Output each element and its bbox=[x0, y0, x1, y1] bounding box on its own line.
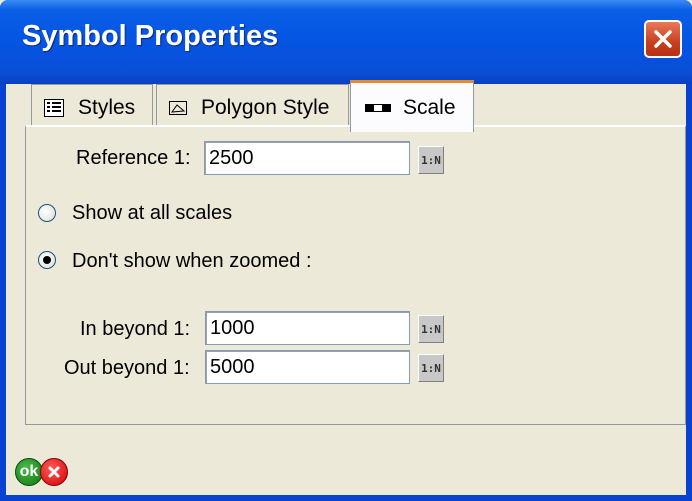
list-icon bbox=[44, 98, 64, 117]
cancel-button[interactable] bbox=[40, 458, 68, 486]
in-beyond-label: In beyond 1: bbox=[80, 318, 191, 340]
ok-label: ok bbox=[19, 463, 39, 480]
close-icon bbox=[654, 30, 672, 48]
in-beyond-scale-button[interactable]: 1:N bbox=[418, 315, 444, 343]
scale-bar-icon bbox=[365, 103, 391, 112]
out-beyond-input[interactable]: 5000 bbox=[205, 350, 410, 384]
out-beyond-scale-button[interactable]: 1:N bbox=[418, 354, 444, 382]
radio-dont-show-when-zoomed-label: Don't show when zoomed : bbox=[72, 250, 312, 272]
window-title: Symbol Properties bbox=[22, 20, 279, 52]
out-beyond-label: Out beyond 1: bbox=[64, 357, 190, 379]
tab-scale[interactable]: Scale bbox=[350, 80, 474, 132]
reference-input[interactable]: 2500 bbox=[204, 141, 410, 175]
tab-polygon-style-label: Polygon Style bbox=[201, 95, 330, 119]
reference-scale-button[interactable]: 1:N bbox=[418, 146, 444, 174]
radio-dont-show-when-zoomed[interactable] bbox=[38, 251, 56, 269]
title-bar[interactable]: Symbol Properties bbox=[0, 0, 692, 84]
polygon-icon bbox=[169, 100, 187, 115]
tab-scale-label: Scale bbox=[403, 95, 456, 119]
tab-styles-label: Styles bbox=[78, 95, 136, 119]
reference-label: Reference 1: bbox=[76, 147, 191, 169]
cancel-icon bbox=[48, 466, 60, 478]
tab-polygon-style[interactable]: Polygon Style bbox=[156, 84, 349, 130]
close-button[interactable] bbox=[644, 20, 682, 58]
ok-button[interactable]: ok bbox=[15, 458, 43, 486]
tab-styles[interactable]: Styles bbox=[31, 84, 153, 130]
window-border bbox=[0, 495, 692, 501]
in-beyond-input[interactable]: 1000 bbox=[205, 311, 410, 345]
radio-show-all-scales-label: Show at all scales bbox=[72, 202, 233, 224]
dialog-window: Symbol Properties Styles Polygon Style S… bbox=[0, 0, 692, 501]
radio-show-all-scales[interactable] bbox=[38, 204, 56, 222]
